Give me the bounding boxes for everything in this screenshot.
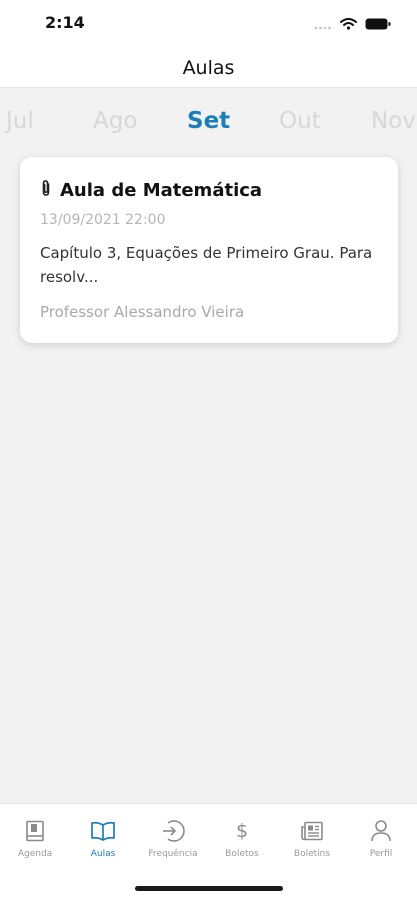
newspaper-icon <box>299 818 325 844</box>
tab-label: Perfil <box>369 849 393 859</box>
month-nov[interactable]: Nov <box>371 108 416 134</box>
lesson-teacher: Professor Alessandro Vieira <box>40 303 245 321</box>
tab-label: Boletos <box>225 849 259 859</box>
tab-frequencia[interactable]: Frequência <box>139 818 207 859</box>
lesson-card[interactable]: Aula de Matemática 13/09/2021 22:00 Capí… <box>20 157 398 343</box>
tab-perfil[interactable]: Perfil <box>347 818 415 859</box>
page-title: Aulas <box>182 57 235 79</box>
paperclip-icon <box>40 179 52 201</box>
tab-label: Boletins <box>293 849 331 859</box>
month-selector[interactable]: Jul Ago Set Out Nov <box>0 88 417 156</box>
person-icon <box>368 818 394 844</box>
tab-label: Agenda <box>17 849 53 859</box>
book-icon <box>22 818 48 844</box>
open-book-icon <box>90 818 116 844</box>
tab-agenda[interactable]: Agenda <box>1 818 69 859</box>
month-out[interactable]: Out <box>279 108 321 134</box>
navigation-header: Aulas <box>0 48 417 88</box>
status-bar: 2:14 <box>0 0 417 48</box>
month-ago[interactable]: Ago <box>93 108 137 134</box>
signal-icon <box>314 15 332 34</box>
enter-circle-icon <box>160 818 186 844</box>
battery-icon <box>365 15 391 34</box>
month-jul[interactable]: Jul <box>6 108 34 134</box>
lesson-date: 13/09/2021 22:00 <box>40 212 166 228</box>
status-icons <box>314 15 391 34</box>
home-indicator[interactable] <box>135 886 283 891</box>
dollar-icon: $ <box>235 820 249 842</box>
tab-aulas-active[interactable]: Aulas <box>69 818 137 859</box>
lesson-description: Capítulo 3, Equações de Primeiro Grau. P… <box>40 244 373 286</box>
tab-label: Frequência <box>148 849 198 859</box>
month-set-selected[interactable]: Set <box>187 108 230 134</box>
wifi-icon <box>340 15 357 34</box>
tab-label: Aulas <box>90 849 116 859</box>
tab-boletins[interactable]: Boletins <box>278 818 346 859</box>
lesson-title: Aula de Matemática <box>60 179 263 201</box>
status-time: 2:14 <box>45 13 85 32</box>
tab-boletos[interactable]: $ Boletos <box>208 818 276 859</box>
lesson-card-header: Aula de Matemática <box>40 179 262 201</box>
